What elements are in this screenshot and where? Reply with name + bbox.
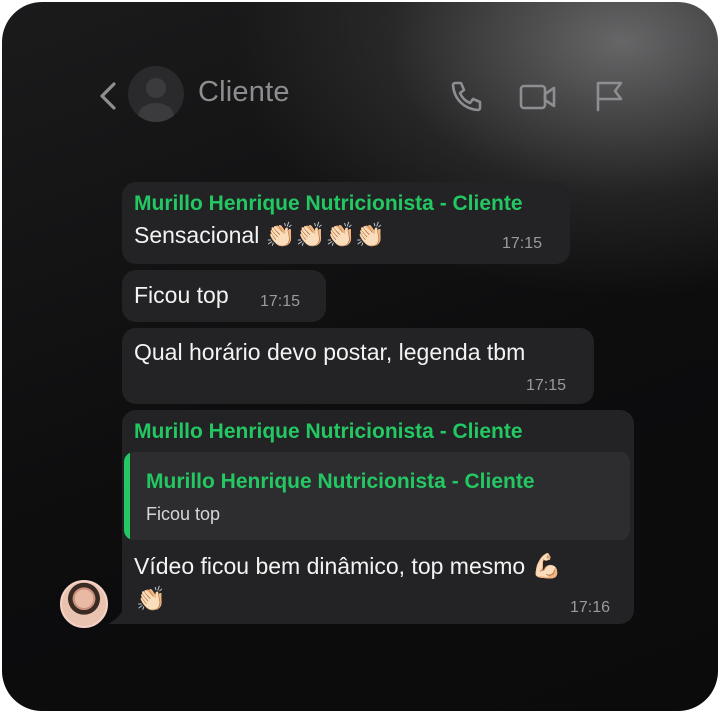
flag-icon[interactable] xyxy=(590,76,630,116)
message-text: Vídeo ficou bem dinâmico, top mesmo 💪🏻 xyxy=(134,553,561,580)
clapping-hands-emoji: 👏🏻 xyxy=(136,586,166,613)
back-chevron-icon[interactable] xyxy=(94,76,124,116)
clapping-hands-emoji: 👏🏻👏🏻👏🏻👏🏻 xyxy=(265,222,386,249)
quoted-sender: Murillo Henrique Nutricionista - Cliente xyxy=(146,470,535,493)
quoted-text: Ficou top xyxy=(146,504,221,524)
message-text: Sensacional 👏🏻👏🏻👏🏻👏🏻 xyxy=(134,222,385,249)
message-text: Ficou top xyxy=(134,282,229,308)
phone-icon[interactable] xyxy=(446,76,486,116)
message-sender: Murillo Henrique Nutricionista - Cliente xyxy=(134,420,523,443)
contact-name: Cliente xyxy=(198,76,290,108)
chat-header: Cliente xyxy=(2,2,718,142)
flexed-biceps-emoji: 💪🏻 xyxy=(531,553,562,580)
message-time: 17:16 xyxy=(570,599,611,616)
message-text-content: Sensacional xyxy=(134,222,260,248)
sender-avatar[interactable] xyxy=(60,580,108,628)
profile-avatar-icon[interactable] xyxy=(128,66,184,122)
chat-window: Cliente Murillo Henrique Nutricionista -… xyxy=(2,2,718,711)
message-sender: Murillo Henrique Nutricionista - Cliente xyxy=(134,192,523,215)
quoted-message[interactable]: Murillo Henrique Nutricionista - Cliente… xyxy=(124,452,630,540)
message-time: 17:15 xyxy=(526,377,567,394)
bubble-tail xyxy=(108,604,126,624)
message-time: 17:15 xyxy=(502,235,543,252)
message-text-content: Vídeo ficou bem dinâmico, top mesmo xyxy=(134,553,526,579)
message-time: 17:15 xyxy=(260,293,301,310)
message-text: Qual horário devo postar, legenda tbm xyxy=(134,339,526,365)
quote-accent-bar xyxy=(124,452,130,540)
video-camera-icon[interactable] xyxy=(518,76,558,116)
message-text-line2: 👏🏻 xyxy=(136,586,166,613)
